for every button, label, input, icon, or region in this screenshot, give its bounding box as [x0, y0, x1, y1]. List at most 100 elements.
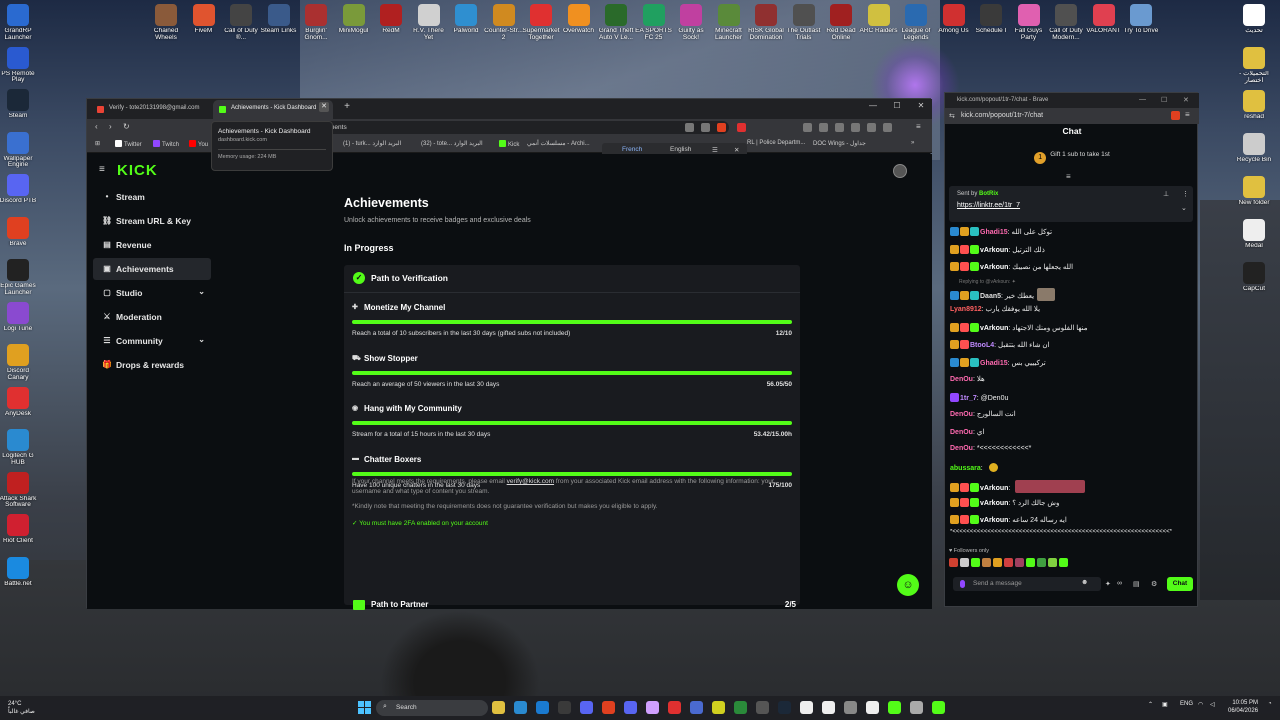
desktop-icon[interactable]: Schedule I: [971, 4, 1011, 35]
chat-message[interactable]: vArkoun:: [950, 480, 1194, 497]
desktop-icon[interactable]: Call of Duty Modern...: [1046, 4, 1086, 42]
translate-menu-icon[interactable]: ☰: [712, 146, 718, 154]
taskbar-app-icon[interactable]: [624, 701, 637, 714]
chat-username[interactable]: vArkoun: [980, 325, 1008, 332]
desktop-icon[interactable]: Minecraft Launcher: [709, 4, 749, 42]
gift-leaderboard[interactable]: 1 Gift 1 sub to take 1st: [945, 151, 1199, 164]
desktop-icon[interactable]: Epic Games Launcher: [0, 259, 40, 297]
desktop-icon[interactable]: Among Us: [934, 4, 974, 35]
chat-username[interactable]: vArkoun: [980, 500, 1008, 507]
chat-message[interactable]: abussara:: [950, 463, 1194, 480]
sidebar-item-achievements[interactable]: ▣ Achievements: [93, 258, 211, 280]
extension-icon[interactable]: [819, 123, 828, 132]
bookmark-kick[interactable]: Kick: [499, 140, 519, 148]
extension-icon[interactable]: [835, 123, 844, 132]
emote[interactable]: [1026, 558, 1035, 567]
desktop-icon[interactable]: Grand Theft Auto V Le...: [596, 4, 636, 42]
sidebar-item-studio[interactable]: ▢ Studio ⌄: [93, 282, 211, 304]
chat-message[interactable]: DenOu: *<<<<<<<<<<<<*: [950, 445, 1194, 462]
taskbar-app-icon[interactable]: [756, 701, 769, 714]
desktop-icon[interactable]: Call of Duty ®...: [221, 4, 261, 42]
settings-icon[interactable]: ⚙: [1151, 580, 1159, 588]
emoji-icon[interactable]: ☻: [1081, 579, 1088, 586]
emote[interactable]: [971, 558, 980, 567]
desktop-icon[interactable]: ARC Raiders: [859, 4, 899, 35]
bookmark-twitch[interactable]: Twitch: [153, 140, 179, 148]
calendar-icon[interactable]: ▤: [1133, 580, 1141, 588]
chat-message[interactable]: vArkoun: ذلك الترتيل: [950, 245, 1194, 262]
tray-chevron-icon[interactable]: ⌃: [1148, 701, 1153, 708]
volume-icon[interactable]: ◁: [1210, 701, 1215, 708]
chat-message[interactable]: BtooL4: ان شاء الله بتتقبل: [950, 340, 1194, 357]
chat-message[interactable]: 1tr_7: @Den0u: [950, 393, 1194, 410]
desktop-icon[interactable]: MiniMogul: [334, 4, 374, 35]
desktop-icon[interactable]: League of Legends: [896, 4, 936, 42]
minimize-button[interactable]: —: [1139, 96, 1146, 103]
desktop-icon[interactable]: VALORANT: [1084, 4, 1124, 35]
site-info-icon[interactable]: ⇆: [949, 112, 955, 120]
translate-icon[interactable]: [685, 123, 694, 132]
desktop-icon[interactable]: CapCut: [1232, 262, 1276, 293]
tab-close-button[interactable]: ✕: [319, 102, 329, 112]
desktop-icon[interactable]: Logi Tune: [0, 301, 40, 333]
desktop-icon[interactable]: AnyDesk: [0, 386, 40, 418]
desktop-icon[interactable]: Palworld: [446, 4, 486, 35]
notification-icon[interactable]: ◔: [1268, 701, 1272, 707]
back-icon[interactable]: ‹: [95, 122, 98, 131]
close-window-button[interactable]: ✕: [913, 101, 929, 110]
bookmark-youtube[interactable]: You: [189, 140, 208, 148]
bookmark-gmail-1[interactable]: (1) - turk... البريد الوارد: [343, 140, 401, 147]
share-icon[interactable]: [701, 123, 710, 132]
translate-close-icon[interactable]: ✕: [734, 146, 739, 154]
taskbar-app-icon[interactable]: [536, 701, 549, 714]
emote[interactable]: [1004, 558, 1013, 567]
maximize-button[interactable]: ☐: [1161, 96, 1167, 104]
taskbar-search[interactable]: ⌕ Search: [376, 700, 488, 716]
emote[interactable]: [1037, 558, 1046, 567]
sidebar-item-stream-url-key[interactable]: ⛓ Stream URL & Key: [93, 210, 211, 232]
chat-message[interactable]: Lyan8912: يلا الله يوفقك يارب: [950, 305, 1194, 322]
desktop-icon[interactable]: تحديث: [1232, 4, 1276, 35]
desktop-icon[interactable]: Logitech G HUB: [0, 429, 40, 467]
desktop-icon[interactable]: The Outlast Trials: [784, 4, 824, 42]
chat-username[interactable]: DenOu: [950, 445, 973, 452]
desktop-icon[interactable]: Recycle Bin: [1232, 133, 1276, 164]
taskbar-app-icon[interactable]: [580, 701, 593, 714]
chat-username[interactable]: DenOu: [950, 376, 973, 383]
desktop-icon[interactable]: RISK Global Domination: [746, 4, 786, 42]
desktop-icon[interactable]: Counter-Str... 2: [484, 4, 524, 42]
taskbar-app-icon[interactable]: [822, 701, 835, 714]
chat-message[interactable]: Ghadi15: توكل على الله: [950, 227, 1194, 244]
desktop-icon[interactable]: Wallpaper Engine: [0, 131, 40, 170]
desktop-icon[interactable]: Chained Wheels: [146, 4, 186, 42]
extension-icon[interactable]: [867, 123, 876, 132]
sidebar-item-drops-rewards[interactable]: 🎁 Drops & rewards: [93, 354, 211, 376]
extension-icon[interactable]: [883, 123, 892, 132]
chat-username[interactable]: Lyan8912: [950, 306, 982, 313]
desktop-icon[interactable]: FiveM: [184, 4, 224, 35]
desktop-icon[interactable]: Medal: [1232, 219, 1276, 250]
desktop-icon[interactable]: Steam Links: [259, 4, 299, 35]
clock[interactable]: 10:05 PM 06/04/2026: [1228, 699, 1258, 715]
taskbar-app-icon[interactable]: [932, 701, 945, 714]
chat-message[interactable]: DenOu: هلا: [950, 375, 1194, 392]
chevron-down-icon[interactable]: ⌄: [1181, 204, 1187, 212]
rewards-icon[interactable]: [737, 123, 746, 132]
desktop-icon[interactable]: PS Remote Play: [0, 46, 40, 85]
minimize-button[interactable]: —: [865, 101, 881, 110]
bookmark-gmail-2[interactable]: (32) - tote... البريد الوارد: [421, 140, 483, 147]
wifi-icon[interactable]: ◠: [1198, 701, 1203, 708]
desktop-icon[interactable]: reshad: [1232, 90, 1276, 121]
send-chat-button[interactable]: Chat: [1167, 577, 1193, 591]
chat-message[interactable]: vArkoun: وش جالك الرد ؟: [950, 498, 1194, 515]
chat-message[interactable]: *<<<<<<<<<<<<<<<<<<<<<<<<<<<<<<<<<<<<<<<…: [950, 529, 1194, 546]
chat-username[interactable]: BtooL4: [970, 342, 994, 349]
forward-icon[interactable]: ›: [109, 122, 112, 131]
emote[interactable]: [993, 558, 1002, 567]
chat-message[interactable]: vArkoun: منها الفلوس ومنك الاجتهاد: [950, 323, 1194, 340]
desktop-icon[interactable]: Discord PTB: [0, 174, 40, 205]
expand-icon[interactable]: ≡: [1066, 172, 1071, 181]
chat-message[interactable]: Daan5: يعطك خير: [950, 288, 1194, 305]
kick-logo[interactable]: KICK: [117, 162, 158, 179]
mic-icon[interactable]: [960, 580, 965, 588]
